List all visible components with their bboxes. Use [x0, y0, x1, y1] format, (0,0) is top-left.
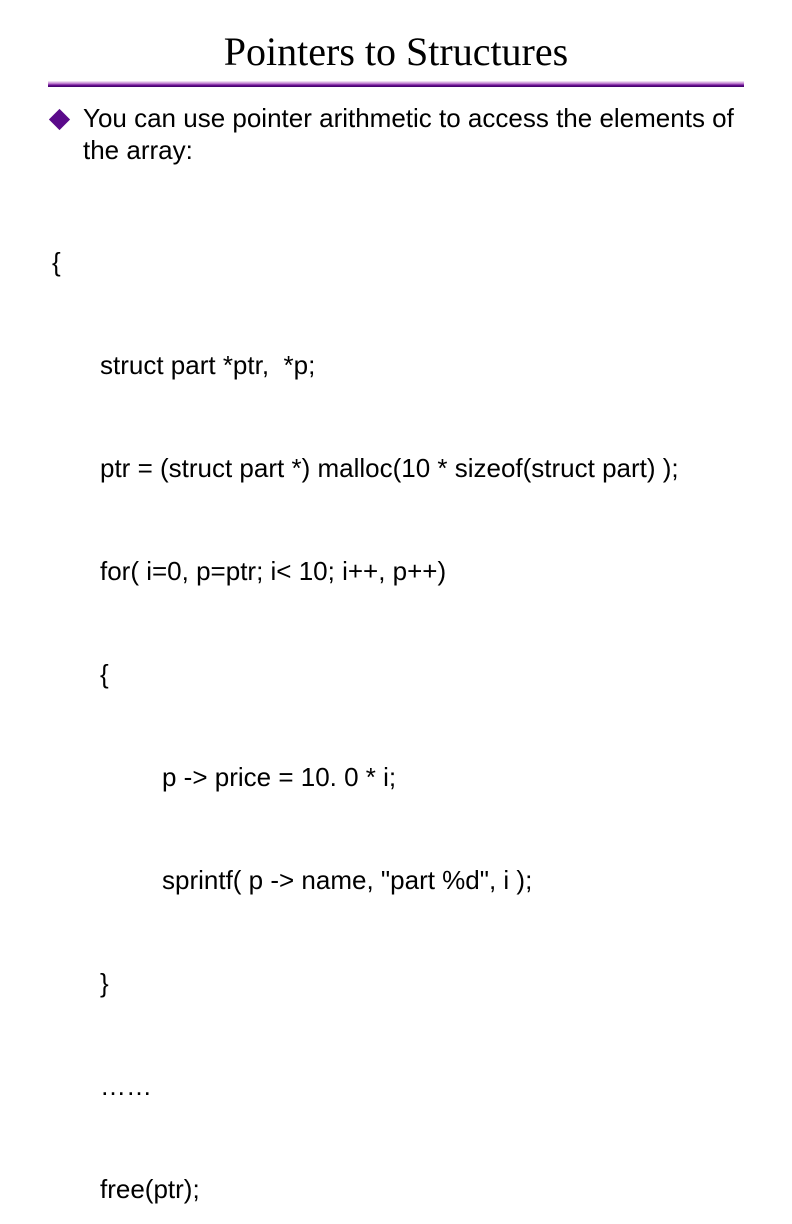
code-line: ptr = (struct part *) malloc(10 * sizeof… — [52, 451, 744, 485]
bullet-item: You can use pointer arithmetic to access… — [52, 103, 744, 166]
code-line: p -> price = 10. 0 * i; — [52, 760, 744, 794]
code-line: { — [52, 657, 744, 691]
code-line: free(ptr); — [52, 1172, 744, 1206]
code-line: { — [52, 245, 744, 279]
code-line: struct part *ptr, *p; — [52, 348, 744, 382]
diamond-bullet-icon — [49, 109, 70, 130]
title-underline — [48, 81, 744, 87]
slide-title: Pointers to Structures — [48, 28, 744, 75]
code-line: for( i=0, p=ptr; i< 10; i++, p++) — [52, 554, 744, 588]
code-line: } — [52, 966, 744, 1000]
code-block: { struct part *ptr, *p; ptr = (struct pa… — [52, 176, 744, 1224]
slide: Pointers to Structures You can use point… — [0, 0, 792, 612]
code-line: sprintf( p -> name, "part %d", i ); — [52, 863, 744, 897]
bullet-text: You can use pointer arithmetic to access… — [83, 103, 744, 166]
code-line: …… — [52, 1069, 744, 1103]
